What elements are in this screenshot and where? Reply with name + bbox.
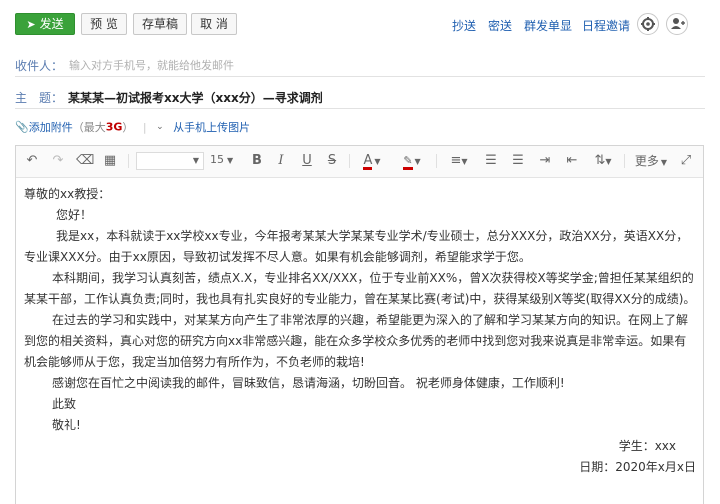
bold-icon[interactable]: B (250, 153, 264, 169)
chevron-down-icon: ▼ (660, 158, 668, 167)
highlight-color-icon[interactable]: ✎ ▼ (400, 153, 424, 170)
font-size-value: 15 (210, 153, 224, 166)
chevron-down-icon[interactable]: ⌄ (156, 122, 164, 132)
align-icon[interactable]: ≡▼ (448, 153, 470, 169)
compose-toolbar: ➤ 发送 预 览 存草稿 取 消 抄送 密送 群发单显 日程邀请 (0, 0, 720, 50)
add-attachment-link[interactable]: 添加附件 (29, 121, 73, 134)
message-body[interactable]: 尊敬的xx教授： 您好！ 我是xx，本科就读于xx学校xx专业，今年报考某某大学… (24, 184, 696, 478)
gear-icon (641, 17, 655, 31)
send-button[interactable]: ➤ 发送 (15, 13, 75, 35)
unordered-list-icon[interactable]: ☰ (510, 153, 526, 169)
recipient-input[interactable]: 输入对方手机号，就能给他发邮件 (69, 57, 234, 73)
toolbar-separator (128, 154, 129, 168)
format-painter-icon[interactable]: ▦ (102, 153, 118, 169)
italic-icon[interactable]: I (274, 153, 288, 169)
message-editor: ↶ ↷ ⌫ ▦ ▼ 15 ▼ B I U S A ▼ ✎ ▼ ≡▼ ☰ ☰ ⇥ ⇤ ⇅… (15, 145, 704, 504)
cancel-button[interactable]: 取 消 (191, 13, 237, 35)
paperclip-icon: 📎 (15, 120, 29, 134)
underline-icon[interactable]: U (300, 153, 314, 169)
chevron-down-icon: ▼ (227, 156, 234, 165)
attachment-row: 📎添加附件（最大3G） | ⌄ 从手机上传图片 (15, 119, 250, 135)
signature-date: 日期：2020年x月x日 (579, 460, 696, 474)
send-label: 发送 (39, 17, 64, 31)
toolbar-separator (624, 154, 625, 168)
subject-divider (15, 108, 705, 109)
chevron-down-icon: ▼ (192, 156, 199, 165)
subject-input[interactable]: 某某某—初试报考xx大学（xxx分）—寻求调剂 (68, 89, 323, 106)
hello-line: 您好！ (56, 208, 93, 222)
recipient-label: 收件人： (15, 59, 64, 73)
signature-student: 学生：xxx (618, 439, 676, 453)
paragraph-3: 在过去的学习和实践中，对某某方向产生了非常浓厚的兴趣，希望能更为深入的了解和学习… (24, 313, 689, 369)
toolbar-separator (349, 154, 350, 168)
fullscreen-icon[interactable]: ⤢ (679, 153, 693, 169)
editor-toolbar: ↶ ↷ ⌫ ▦ ▼ 15 ▼ B I U S A ▼ ✎ ▼ ≡▼ ☰ ☰ ⇥ ⇤ ⇅… (16, 146, 703, 178)
preview-button[interactable]: 预 览 (81, 13, 127, 35)
toolbar-separator (436, 154, 437, 168)
separate-send-link[interactable]: 群发单显 (524, 17, 572, 34)
greeting: 尊敬的xx教授： (24, 187, 111, 201)
settings-button[interactable] (637, 13, 659, 35)
add-contact-button[interactable] (666, 13, 688, 35)
attachment-separator: | (142, 120, 147, 134)
eraser-icon[interactable]: ⌫ (76, 153, 94, 169)
font-size-select[interactable]: 15 ▼ (210, 152, 242, 170)
paragraph-1: 我是xx，本科就读于xx学校xx专业，今年报考某某大学某某专业学术/专业硕士，总… (24, 229, 689, 264)
recipient-divider (15, 76, 705, 77)
paragraph-2: 本科期间，我学习认真刻苦，绩点X.X，专业排名XX/XXX，位于专业前XX%，曾… (24, 271, 696, 306)
attachment-max-value: 3G (105, 120, 123, 134)
more-label: 更多 (634, 154, 659, 168)
subject-label: 主 题： (15, 91, 64, 105)
schedule-invite-link[interactable]: 日程邀请 (582, 17, 630, 34)
cc-link[interactable]: 抄送 (452, 17, 476, 34)
attachment-max-prefix: （最大 (72, 121, 106, 134)
line-height-icon[interactable]: ⇅▼ (591, 153, 615, 169)
undo-icon[interactable]: ↶ (24, 153, 40, 169)
paragraph-4: 感谢您在百忙之中阅读我的邮件，冒昧致信，恳请海涵，切盼回音。 祝老师身体健康，工… (52, 376, 565, 390)
upload-from-phone-link[interactable]: 从手机上传图片 (173, 121, 250, 134)
strikethrough-icon[interactable]: S (325, 153, 339, 169)
send-icon: ➤ (26, 18, 36, 31)
redo-icon[interactable]: ↷ (50, 153, 66, 169)
save-draft-button[interactable]: 存草稿 (133, 13, 187, 35)
outdent-icon[interactable]: ⇤ (564, 153, 580, 169)
attachment-max-suffix: ） (122, 121, 134, 134)
closing-2: 敬礼! (52, 418, 81, 432)
add-user-icon (671, 18, 685, 29)
indent-icon[interactable]: ⇥ (537, 153, 553, 169)
closing-1: 此致 (52, 397, 77, 411)
ordered-list-icon[interactable]: ☰ (483, 153, 499, 169)
font-family-select[interactable]: ▼ (136, 152, 204, 170)
font-color-icon[interactable]: A ▼ (360, 153, 384, 170)
bcc-link[interactable]: 密送 (488, 17, 512, 34)
more-button[interactable]: 更多 ▼ (634, 153, 668, 169)
